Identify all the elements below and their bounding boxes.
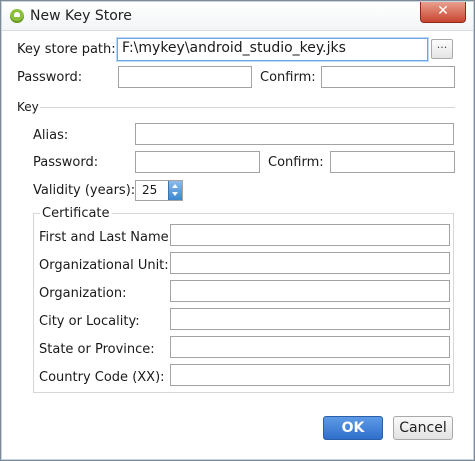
validity-value: 25 [142,183,158,197]
country-code-label: Country Code (XX): [39,370,165,385]
browse-button[interactable]: ··· [431,39,453,59]
alias-label: Alias: [33,128,69,143]
validity-spinner[interactable]: 25 [135,180,183,201]
close-button[interactable]: ✕ [420,2,466,23]
spinner-down-icon[interactable] [172,192,178,196]
key-store-path-input[interactable]: F:\mykey\android_studio_key.jks [117,38,428,61]
country-code-input[interactable] [170,364,450,386]
ok-button[interactable]: OK [323,416,383,440]
city-label: City or Locality: [39,314,140,329]
key-store-path-label: Key store path: [17,42,116,57]
state-label: State or Province: [39,342,155,357]
org-unit-input[interactable] [170,252,450,274]
organization-input[interactable] [170,280,450,302]
cancel-button[interactable]: Cancel [393,416,453,440]
organization-label: Organization: [39,286,127,301]
keystore-password-input[interactable] [118,66,252,88]
android-studio-icon [10,9,24,23]
org-unit-label: Organizational Unit: [39,258,169,273]
validity-label: Validity (years): [33,183,136,198]
key-password-label: Password: [33,155,99,170]
key-password-input[interactable] [135,151,260,173]
first-last-name-input[interactable] [170,224,450,246]
keystore-confirm-input[interactable] [321,66,455,88]
keystore-password-label: Password: [17,70,83,85]
spinner-up-icon[interactable] [172,184,178,188]
alias-input[interactable] [135,123,454,145]
spinner-arrows[interactable] [168,181,182,200]
key-confirm-label: Confirm: [268,155,324,170]
window-title: New Key Store [30,8,132,24]
city-input[interactable] [170,308,450,330]
first-last-name-label: First and Last Name: [39,230,174,245]
title-bar[interactable]: New Key Store ✕ [2,2,473,31]
keystore-confirm-label: Confirm: [260,70,316,85]
key-confirm-input[interactable] [330,151,455,173]
key-section-divider [40,107,455,108]
state-input[interactable] [170,336,450,358]
key-section-label: Key [17,100,39,114]
certificate-group-label: Certificate [40,206,112,221]
